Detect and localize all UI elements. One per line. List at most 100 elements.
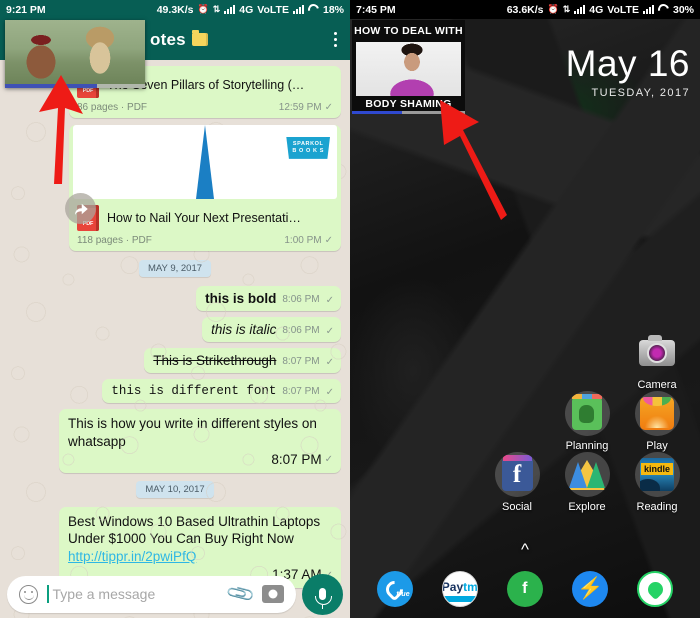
text-message-bubble[interactable]: this is bold 8:06 PM ✓	[196, 286, 341, 311]
clock-date-widget[interactable]: May 16 TUESDAY, 2017	[566, 45, 690, 99]
volte-label: VoLTE	[607, 3, 639, 16]
signal-bars-icon	[292, 5, 304, 14]
microphone-icon[interactable]	[302, 573, 343, 615]
app-label: Play	[646, 440, 668, 452]
app-label: Social	[502, 501, 532, 513]
message-input-bar[interactable]: Type a message 📎	[0, 570, 350, 618]
kindle-app-icon[interactable]	[634, 452, 680, 497]
delivery-tick-icon: ✓	[324, 235, 333, 246]
message-text: this is bold	[205, 291, 277, 306]
truecaller-dock-icon[interactable]: true	[376, 571, 413, 607]
feedly-label: f	[522, 579, 528, 597]
paytm-dock-icon[interactable]: Paytm	[441, 571, 478, 607]
app-social[interactable]: Social	[482, 452, 552, 513]
message-input-pill[interactable]: Type a message 📎	[7, 575, 296, 613]
whatsapp-dock-icon[interactable]	[637, 571, 674, 607]
app-camera[interactable]: Camera	[622, 330, 692, 391]
forward-arrow-glyph	[74, 203, 88, 215]
battery-circle-icon	[305, 1, 321, 18]
more-vertical-icon[interactable]	[334, 32, 337, 47]
message-time: 1:00 PM	[284, 235, 322, 246]
date-separator-label: MAY 9, 2017	[138, 260, 212, 277]
camera-icon[interactable]	[262, 585, 284, 603]
logo-line-2: B O O K S	[292, 148, 324, 155]
battery-circle-icon	[655, 1, 671, 18]
home-screen-app-grid: Camera Planning Play Social	[350, 330, 700, 513]
text-message-bubble[interactable]: this is different font 8:07 PM ✓	[102, 379, 341, 403]
google-drive-app-icon[interactable]	[564, 452, 610, 497]
document-name: How to Nail Your Next Presentati…	[107, 211, 301, 225]
home-screen-dock: true Paytm f ⚡	[350, 560, 700, 618]
app-label: Camera	[637, 379, 677, 391]
data-transfer-icon: ⇅	[562, 4, 571, 14]
left-status-bar: 9:21 PM 49.3K/s ⏰ ⇅ 4G VoLTE 18%	[0, 0, 350, 19]
messenger-dock-icon[interactable]: ⚡	[572, 571, 609, 607]
battery-percent: 18%	[322, 3, 344, 16]
paperclip-icon[interactable]: 📎	[225, 577, 258, 610]
message-time: 8:06 PM	[282, 325, 320, 336]
app-label: Planning	[565, 440, 609, 452]
app-planning[interactable]: Planning	[552, 391, 622, 452]
text-message-bubble[interactable]: This is how you write in different style…	[59, 409, 341, 473]
app-row: Camera	[350, 330, 700, 391]
chevron-up-icon[interactable]: ^	[521, 540, 529, 560]
thumbnail-graphic	[196, 125, 214, 199]
message-row[interactable]: this is different font 8:07 PM ✓	[9, 379, 341, 409]
forward-arrow-icon[interactable]	[65, 193, 96, 224]
app-reading[interactable]: Reading	[622, 452, 692, 513]
message-text: this is different font	[111, 384, 277, 398]
truecaller-label: true	[396, 591, 410, 598]
document-thumbnail: SPARKOL B O O K S	[73, 125, 337, 199]
right-status-bar: 7:45 PM 63.6K/s ⏰ ⇅ 4G VoLTE 30%	[350, 0, 700, 19]
delivery-tick-icon: ✓	[325, 387, 334, 398]
text-cursor	[47, 585, 49, 603]
right-phone-home-screen: 7:45 PM 63.6K/s ⏰ ⇅ 4G VoLTE 30% May 16 …	[350, 0, 700, 618]
status-time: 9:21 PM	[6, 3, 46, 16]
message-input-placeholder[interactable]: Type a message	[53, 586, 221, 602]
text-message-bubble[interactable]: this is italic 8:06 PM ✓	[202, 317, 341, 342]
network-speed: 63.6K/s	[506, 3, 544, 16]
message-time: 8:07 PM	[282, 386, 320, 397]
app-row: Planning Play	[350, 391, 700, 452]
facebook-app-icon[interactable]	[494, 452, 540, 497]
delivery-tick-icon: ✓	[325, 326, 334, 337]
camera-app-icon[interactable]	[635, 330, 680, 375]
message-text: This is Strikethrough	[153, 353, 277, 368]
message-row[interactable]: this is italic 8:06 PM ✓	[9, 317, 341, 348]
message-row[interactable]: this is bold 8:06 PM ✓	[9, 286, 341, 317]
alarm-clock-icon: ⏰	[547, 4, 559, 14]
message-time: 8:07 PM	[282, 356, 320, 367]
text-message-bubble[interactable]: This is Strikethrough 8:07 PM ✓	[144, 348, 341, 373]
video-title-top: HOW TO DEAL WITH	[354, 25, 463, 37]
document-meta: 118 pages · PDF	[77, 235, 152, 246]
delivery-tick-icon: ✓	[324, 454, 333, 466]
app-label: Reading	[636, 501, 678, 513]
app-explore[interactable]: Explore	[552, 452, 622, 513]
alarm-clock-icon: ⏰	[197, 4, 209, 14]
signal-bars-icon	[224, 5, 236, 14]
message-time: 8:06 PM	[282, 294, 320, 305]
message-text: this is italic	[211, 322, 277, 337]
sparkol-books-logo: SPARKOL B O O K S	[286, 137, 330, 159]
app-label: Explore	[568, 501, 606, 513]
volte-label: VoLTE	[257, 3, 289, 16]
google-play-app-icon[interactable]	[634, 391, 680, 436]
red-arrow-pointing-to-floating-video	[39, 75, 83, 184]
message-text: Best Windows 10 Based Ultrathin Laptops …	[68, 513, 321, 547]
app-row: Social Explore Reading	[350, 452, 700, 513]
signal-bars-icon	[642, 5, 654, 14]
document-message-bubble[interactable]: SPARKOL B O O K S How to Nail Your Next …	[69, 125, 341, 251]
messenger-bolt-glyph: ⚡	[577, 576, 604, 600]
folder-icon	[191, 30, 208, 46]
feedly-dock-icon[interactable]: f	[499, 563, 551, 615]
left-phone-whatsapp: 9:21 PM 49.3K/s ⏰ ⇅ 4G VoLTE 18% otes PD…	[0, 0, 350, 618]
emoji-smiley-icon[interactable]	[19, 584, 38, 604]
message-text: This is how you write in different style…	[68, 416, 317, 449]
network-type: 4G	[239, 3, 254, 16]
message-row[interactable]: This is Strikethrough 8:07 PM ✓	[9, 348, 341, 379]
data-transfer-icon: ⇅	[212, 4, 221, 14]
evernote-app-icon[interactable]	[564, 391, 610, 436]
delivery-tick-icon: ✓	[325, 295, 334, 306]
app-play[interactable]: Play	[622, 391, 692, 452]
message-link[interactable]: http://tippr.in/2pwiPfQ	[68, 549, 196, 564]
